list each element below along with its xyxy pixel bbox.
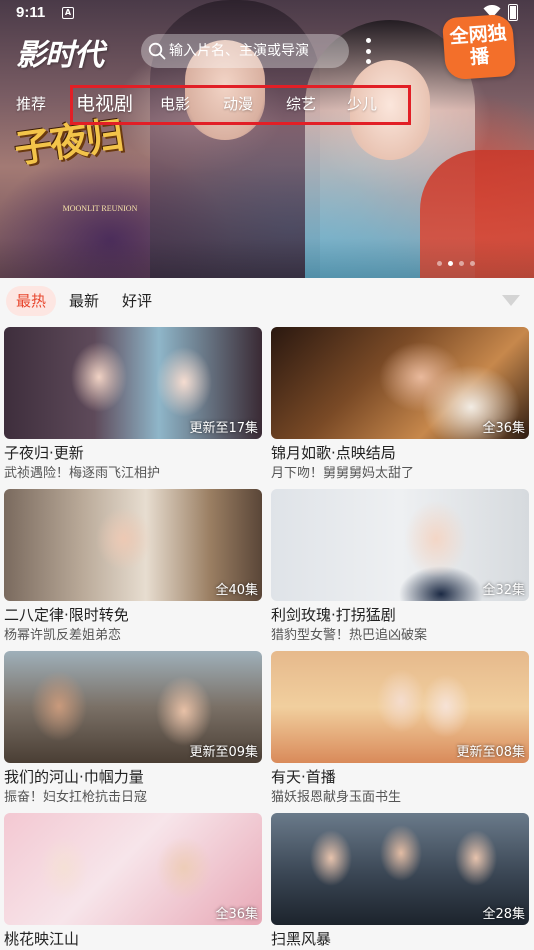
episode-badge: 全36集 [215,907,258,922]
more-dot-icon [365,59,371,64]
banner-drama-title-english: MOONLIT REUNION [62,204,138,213]
search-bar[interactable] [141,34,349,68]
video-thumbnail: 更新至17集 [4,327,262,439]
video-subtitle: 月下吻！舅舅舅妈太甜了 [271,466,415,481]
video-thumbnail: 全36集 [271,327,529,439]
video-subtitle: 猫妖报恩献身玉面书生 [271,790,402,805]
exclusive-badge[interactable]: 全网独播 [441,13,517,81]
video-title: 扫黑风暴 [271,930,332,948]
episode-badge: 全32集 [482,583,525,598]
video-title: 二八定律·限时转免 [4,606,129,624]
sort-top-rated[interactable]: 好评 [112,286,162,316]
status-time: 9:11 [16,4,46,21]
video-thumbnail: 更新至09集 [4,651,262,763]
video-title: 子夜归·更新 [4,444,84,462]
video-thumbnail: 全28集 [271,813,529,925]
banner-fade [0,238,534,278]
video-title: 利剑玫瑰·打拐猛剧 [271,606,396,624]
episode-badge: 全40集 [215,583,258,598]
video-card[interactable]: 更新至17集 子夜归·更新 武祯遇险！梅逐雨飞江相护 [4,327,262,483]
video-card[interactable]: 全40集 二八定律·限时转免 杨幂许凯反差姐弟恋 [4,489,262,645]
video-subtitle: 猎豹型女警！热巴追凶破案 [271,628,428,643]
search-icon [147,41,167,61]
banner-pagination [437,261,475,266]
tab-recommend[interactable]: 推荐 [16,84,46,124]
video-thumbnail: 全40集 [4,489,262,601]
more-menu-button[interactable] [363,38,373,64]
video-card[interactable]: 更新至08集 有天·首播 猫妖报恩献身玉面书生 [271,651,529,807]
video-card[interactable]: 全36集 锦月如歌·点映结局 月下吻！舅舅舅妈太甜了 [271,327,529,483]
episode-badge: 全28集 [482,907,525,922]
banner-dot[interactable] [470,261,475,266]
notification-app-icon: A [62,7,74,19]
more-dot-icon [365,48,371,54]
video-thumbnail: 全36集 [4,813,262,925]
video-title: 有天·首播 [271,768,336,786]
tabs-highlight-box [70,85,411,125]
sort-bar: 最热 最新 好评 [0,280,534,322]
video-card[interactable]: 全32集 利剑玫瑰·打拐猛剧 猎豹型女警！热巴追凶破案 [271,489,529,645]
chevron-down-icon[interactable] [502,295,520,306]
banner-dot-active[interactable] [448,261,453,266]
video-title: 桃花映江山 [4,930,80,948]
video-card[interactable]: 全28集 扫黑风暴 [271,813,529,950]
app-logo[interactable]: 影时代 [16,30,104,74]
episode-badge: 更新至09集 [189,745,258,760]
video-card[interactable]: 更新至09集 我们的河山·巾帼力量 振奋！妇女扛枪抗击日寇 [4,651,262,807]
video-title: 我们的河山·巾帼力量 [4,768,144,786]
video-card[interactable]: 全36集 桃花映江山 [4,813,262,950]
banner-dot[interactable] [437,261,442,266]
video-subtitle: 振奋！妇女扛枪抗击日寇 [4,790,148,805]
sort-newest[interactable]: 最新 [59,286,109,316]
video-subtitle: 武祯遇险！梅逐雨飞江相护 [4,466,161,481]
search-input[interactable] [167,43,349,59]
sort-hottest[interactable]: 最热 [6,286,57,316]
video-title: 锦月如歌·点映结局 [271,444,396,462]
episode-badge: 更新至17集 [189,421,258,436]
banner-dot[interactable] [459,261,464,266]
video-thumbnail: 全32集 [271,489,529,601]
more-dot-icon [365,38,371,43]
video-subtitle: 杨幂许凯反差姐弟恋 [4,628,122,643]
battery-icon [508,4,518,21]
video-thumbnail: 更新至08集 [271,651,529,763]
episode-badge: 全36集 [482,421,525,436]
episode-badge: 更新至08集 [456,745,525,760]
